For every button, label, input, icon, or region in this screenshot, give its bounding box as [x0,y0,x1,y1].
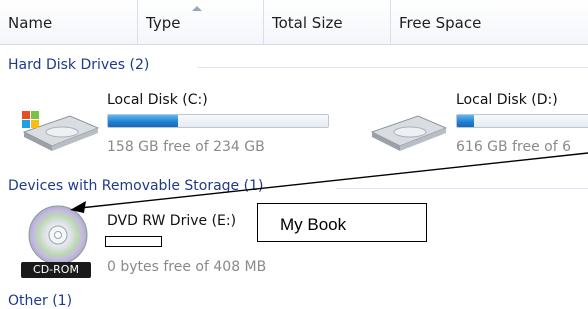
annotation-label: My Book [280,215,347,234]
annotation-arrow [70,152,588,213]
annotation-label-box: My Book [257,203,427,242]
